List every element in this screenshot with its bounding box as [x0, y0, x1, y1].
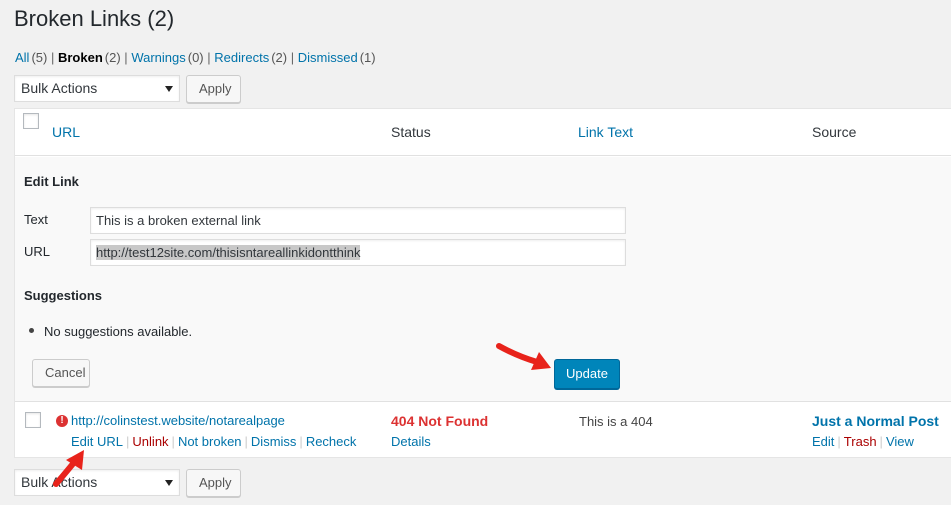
suggestion-item: No suggestions available. [44, 324, 193, 339]
recheck-link[interactable]: Recheck [306, 434, 357, 449]
filter-dismissed[interactable]: Dismissed [298, 50, 358, 65]
annotation-arrow-icon [496, 343, 551, 370]
chevron-down-icon [165, 480, 173, 486]
filter-redirects[interactable]: Redirects [214, 50, 269, 65]
source-view-link[interactable]: View [886, 434, 914, 449]
table-header: URL Status Link Text Source [15, 109, 951, 156]
error-icon: ! [56, 415, 68, 427]
row-actions: Edit URL | Unlink | Not broken | Dismiss | Reche… [71, 434, 357, 449]
status-text: 404 Not Found [391, 413, 489, 429]
bulk-actions-select-bottom[interactable]: Bulk Actions [14, 469, 180, 496]
filter-broken-count: (2) [104, 50, 121, 65]
column-url[interactable]: URL [52, 124, 80, 140]
page-title: Broken Links (2) [14, 6, 175, 31]
link-url-input[interactable]: http://test12site.com/thisisntareallinki… [90, 239, 626, 266]
cancel-button[interactable]: Cancel [32, 359, 90, 387]
link-text-value: This is a broken external link [96, 213, 261, 228]
broken-links-table: URL Status Link Text Source Edit Link Te… [14, 108, 951, 458]
bulk-actions-selected: Bulk Actions [21, 80, 98, 96]
filter-warnings[interactable]: Warnings [131, 50, 185, 65]
link-url-value: http://test12site.com/thisisntareallinki… [96, 245, 361, 260]
bullet-icon [29, 328, 34, 333]
status-filter-bar: All (5) | Broken (2) | Warnings (0) | Redir… [15, 50, 376, 65]
update-button[interactable]: Update [554, 359, 620, 389]
unlink-link[interactable]: Unlink [132, 434, 168, 449]
filter-dismissed-count: (1) [359, 50, 376, 65]
row-url-link[interactable]: http://colinstest.website/notarealpage [71, 413, 285, 428]
url-field-label: URL [24, 244, 51, 259]
column-link-text[interactable]: Link Text [578, 124, 633, 140]
filter-broken[interactable]: Broken [58, 50, 103, 65]
filter-redirects-count: (2) [271, 50, 288, 65]
text-field-label: Text [24, 212, 48, 227]
filter-separator: | [124, 50, 128, 65]
edit-link-panel: Edit Link Text This is a broken external… [15, 157, 951, 402]
chevron-down-icon [165, 86, 173, 92]
source-post-link[interactable]: Just a Normal Post [812, 413, 939, 429]
filter-all-count: (5) [31, 50, 48, 65]
link-text-value: This is a 404 [579, 414, 653, 429]
suggestions-heading: Suggestions [24, 288, 103, 303]
apply-button-top[interactable]: Apply [186, 75, 241, 103]
filter-separator: | [207, 50, 211, 65]
source-actions: Edit | Trash | View [812, 434, 914, 449]
filter-separator: | [290, 50, 295, 65]
not-broken-link[interactable]: Not broken [178, 434, 242, 449]
apply-button-bottom[interactable]: Apply [186, 469, 241, 497]
column-status: Status [391, 124, 431, 140]
bulk-actions-select-top[interactable]: Bulk Actions [14, 75, 180, 102]
source-trash-link[interactable]: Trash [844, 434, 877, 449]
row-checkbox[interactable] [25, 412, 41, 428]
edit-link-heading: Edit Link [24, 174, 79, 189]
filter-all[interactable]: All [15, 50, 29, 65]
source-edit-link[interactable]: Edit [812, 434, 834, 449]
select-all-checkbox[interactable] [23, 113, 39, 129]
column-source: Source [812, 124, 857, 140]
details-link[interactable]: Details [391, 434, 431, 449]
dismiss-link[interactable]: Dismiss [251, 434, 297, 449]
filter-separator: | [50, 50, 55, 65]
filter-warnings-count: (0) [187, 50, 204, 65]
annotation-arrow-icon [53, 450, 84, 487]
link-text-input[interactable]: This is a broken external link [90, 207, 626, 234]
edit-url-link[interactable]: Edit URL [71, 434, 123, 449]
